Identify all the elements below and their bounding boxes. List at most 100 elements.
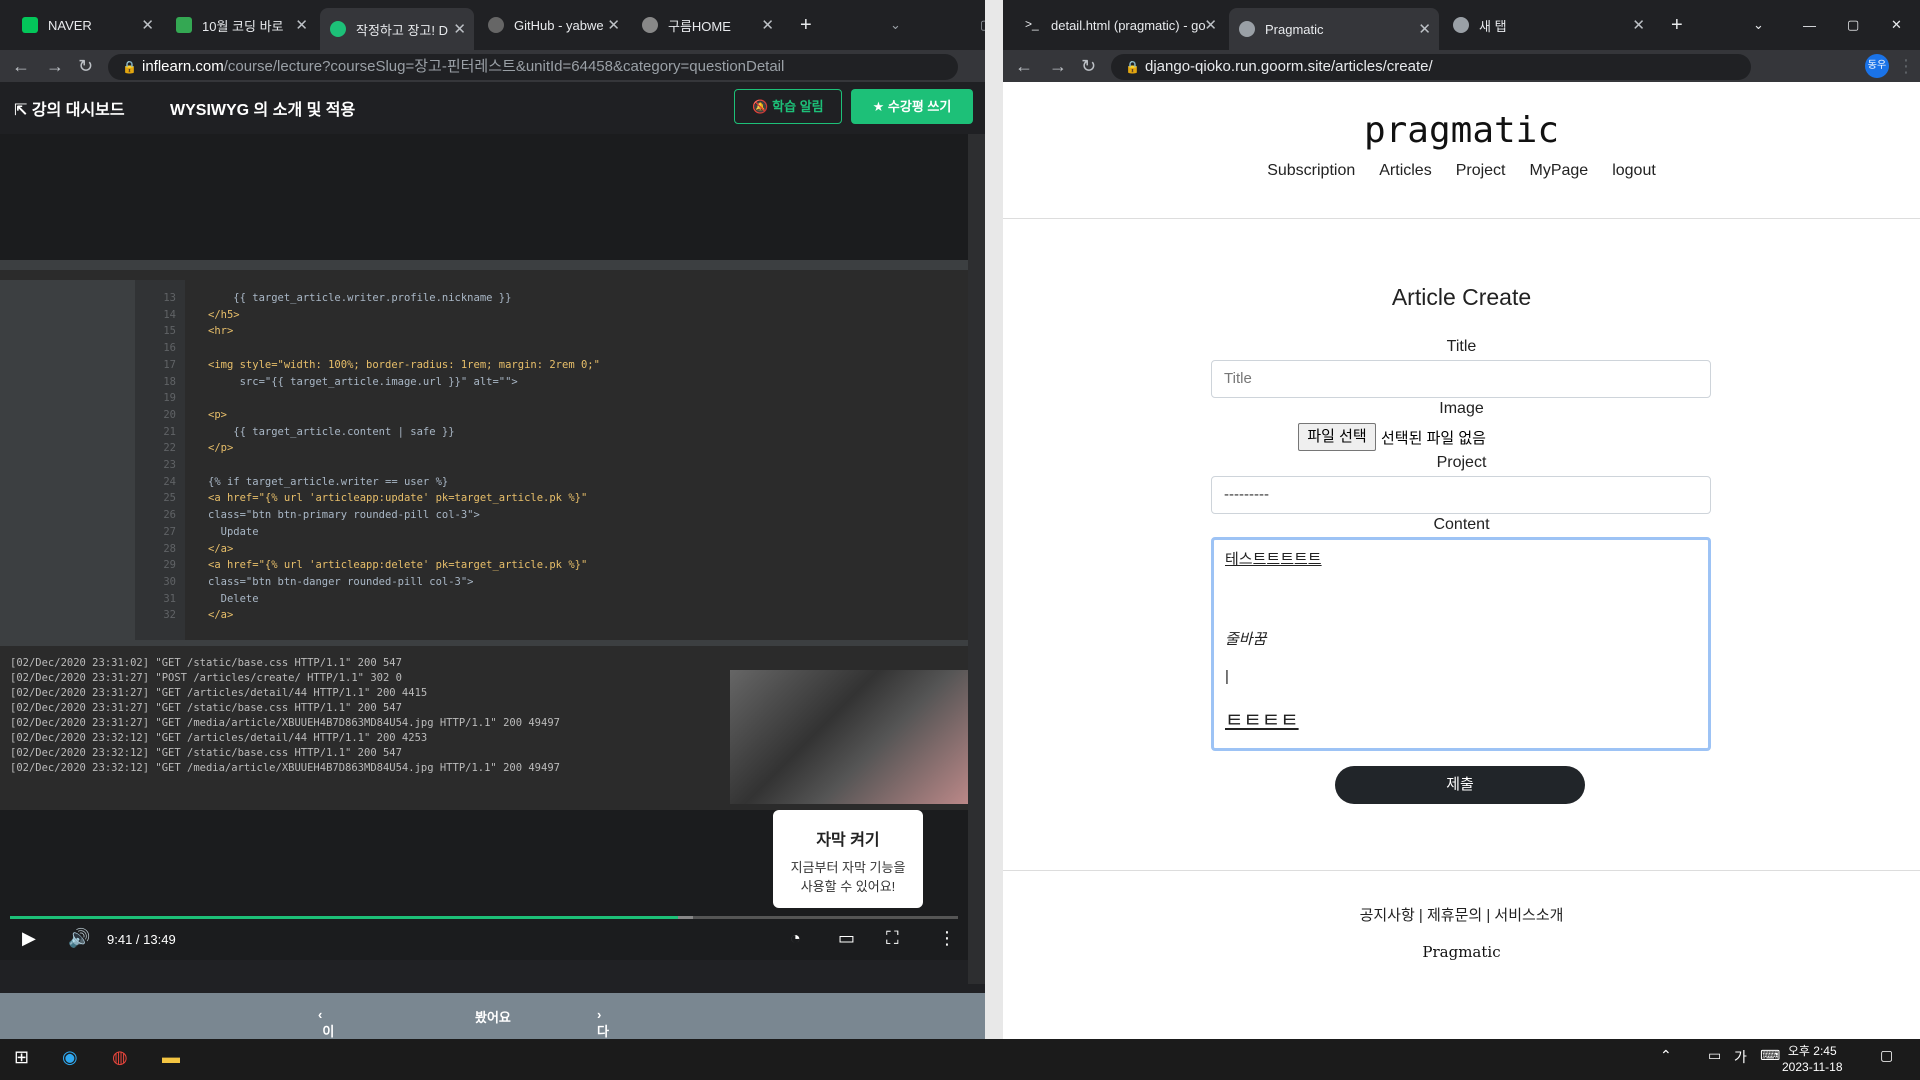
line-number: 14 — [163, 308, 176, 321]
line-number: 20 — [163, 408, 176, 421]
done-button[interactable]: 봤어요 — [475, 1007, 511, 1026]
line-number: 19 — [163, 392, 176, 405]
content-editor[interactable]: 테스트트트트트 줄바꿈 | ㅌㅌㅌㅌ — [1211, 537, 1711, 751]
nav-articles[interactable]: Articles — [1379, 162, 1431, 179]
line-number: 25 — [163, 492, 176, 505]
more-icon[interactable]: ⋮ — [938, 928, 956, 949]
tab-naver[interactable]: NAVER ✕ — [12, 8, 162, 42]
left-browser-window: NAVER ✕ 10월 코딩 바로 ✕ 작정하고 장고! D ✕ GitHub - y… — [0, 0, 985, 1039]
tab-pragmatic[interactable]: Pragmatic ✕ — [1229, 8, 1439, 50]
close-icon[interactable]: ✕ — [761, 16, 774, 34]
nav-logout[interactable]: logout — [1612, 162, 1656, 179]
line-number: 28 — [163, 542, 176, 555]
file-select-button[interactable]: 파일 선택 — [1298, 423, 1376, 451]
new-tab-button[interactable]: + — [1661, 8, 1691, 42]
network-icon[interactable]: ▭ — [1708, 1047, 1721, 1064]
tray-chevron-icon[interactable]: ⌃ — [1660, 1047, 1672, 1064]
code-line: 17 <img style="width: 100%; border-radius… — [140, 357, 600, 374]
ide-menubar — [0, 260, 968, 270]
content-line: 줄바꿈 — [1225, 631, 1267, 648]
profile-avatar[interactable]: 동우 — [1865, 54, 1889, 78]
url-host: inflearn.com — [142, 58, 224, 75]
nav-subscription[interactable]: Subscription — [1267, 162, 1355, 179]
notify-button[interactable]: 🔕 학습 알림 — [734, 89, 842, 124]
close-window-icon[interactable]: ✕ — [1881, 8, 1911, 42]
project-select[interactable]: --------- — [1211, 476, 1711, 514]
maximize-icon[interactable]: ▢ — [970, 8, 985, 42]
video-progress-bar[interactable] — [10, 916, 958, 919]
edge-icon[interactable]: ◉ — [62, 1047, 78, 1068]
tab-label: detail.html (pragmatic) - go — [1051, 17, 1206, 33]
title-input[interactable]: Title — [1211, 360, 1711, 398]
tab-inflearn[interactable]: 작정하고 장고! D ✕ — [320, 8, 474, 50]
tab-coding[interactable]: 10월 코딩 바로 ✕ — [166, 8, 316, 42]
line-number: 29 — [163, 559, 176, 572]
minimize-icon[interactable]: — — [1793, 8, 1823, 42]
close-icon[interactable]: ✕ — [1418, 20, 1431, 38]
forward-icon[interactable]: → — [1049, 54, 1067, 78]
chrome-icon[interactable]: ◍ — [112, 1047, 128, 1068]
menu-icon[interactable]: ⋮ — [1897, 54, 1915, 78]
tab-strip: NAVER ✕ 10월 코딩 바로 ✕ 작정하고 장고! D ✕ GitHub - y… — [0, 0, 985, 50]
close-icon[interactable]: ✕ — [295, 16, 308, 34]
line-number: 15 — [163, 325, 176, 338]
speed-icon[interactable]: ◔ — [790, 928, 801, 949]
close-icon[interactable]: ✕ — [141, 16, 154, 34]
close-icon[interactable]: ✕ — [1632, 16, 1645, 34]
tab-new[interactable]: 새 탭 ✕ — [1443, 8, 1653, 42]
close-icon[interactable]: ✕ — [1204, 16, 1217, 34]
prev-lecture-button[interactable]: ‹ 이전 수업 — [318, 1007, 334, 1039]
inflearn-icon — [330, 21, 346, 37]
keyboard-icon[interactable]: ⌨ — [1760, 1047, 1780, 1064]
notification-icon[interactable]: ▢ — [1880, 1047, 1893, 1064]
back-icon[interactable]: ← — [1015, 54, 1033, 78]
fullscreen-icon[interactable]: ⛶ — [886, 928, 899, 949]
tab-goorm[interactable]: 구름HOME ✕ — [632, 8, 782, 42]
lock-icon: 🔒 — [122, 60, 137, 74]
reload-icon[interactable]: ↻ — [1081, 54, 1096, 78]
new-tab-button[interactable]: + — [790, 8, 820, 42]
windows-start-icon[interactable]: ⊞ — [14, 1047, 29, 1068]
line-number: 24 — [163, 475, 176, 488]
reload-icon[interactable]: ↻ — [78, 54, 93, 78]
ime-indicator[interactable]: 가 — [1734, 1047, 1747, 1067]
tab-github[interactable]: GitHub - yabwe ✕ — [478, 8, 628, 42]
code-editor: 13 {{ target_article.writer.profile.nick… — [140, 290, 600, 624]
system-clock[interactable]: 오후 2:45 2023-11-18 — [1782, 1043, 1843, 1075]
url-field[interactable]: 🔒 inflearn.com/course/lecture?courseSlug=… — [108, 54, 958, 80]
scrollbar[interactable] — [968, 134, 985, 984]
tab-search-icon[interactable]: ⌄ — [880, 8, 910, 42]
globe-icon — [1239, 21, 1255, 37]
code-line: 24 {% if target_article.writer == user %} — [140, 474, 600, 491]
caption-icon[interactable]: ▭ — [838, 928, 855, 949]
tab-label: GitHub - yabwe — [514, 17, 604, 33]
close-icon[interactable]: ✕ — [607, 16, 620, 34]
footer-links[interactable]: 공지사항 | 제휴문의 | 서비스소개 — [1003, 904, 1920, 925]
code-line: 32 </a> — [140, 607, 600, 624]
file-explorer-icon[interactable]: ▬ — [162, 1047, 180, 1068]
maximize-icon[interactable]: ▢ — [1837, 8, 1867, 42]
nav-mypage[interactable]: MyPage — [1530, 162, 1589, 179]
terminal-icon: >_ — [1025, 17, 1039, 31]
tab-search-icon[interactable]: ⌄ — [1743, 8, 1773, 42]
url-field[interactable]: 🔒 django-qioko.run.goorm.site/articles/cr… — [1111, 54, 1751, 80]
github-icon — [488, 17, 504, 33]
caption-tooltip: 자막 켜기 지금부터 자막 기능을 사용할 수 있어요! — [773, 810, 923, 908]
site-logo[interactable]: pragmatic — [1003, 110, 1920, 151]
next-lecture-button[interactable]: 다음 수업 › — [597, 1007, 609, 1039]
tab-goorm-detail[interactable]: >_ detail.html (pragmatic) - go ✕ — [1015, 8, 1225, 42]
play-icon[interactable]: ▶ — [22, 928, 36, 949]
forward-icon[interactable]: → — [46, 54, 64, 78]
review-button[interactable]: ★ 수강평 쓰기 — [851, 89, 973, 124]
volume-icon[interactable]: 🔊 — [68, 928, 90, 949]
dashboard-link[interactable]: ⇱ 강의 대시보드 — [14, 96, 125, 120]
webcam-overlay — [730, 670, 968, 804]
submit-button[interactable]: 제출 — [1335, 766, 1585, 804]
line-number: 27 — [163, 525, 176, 538]
review-label: 수강평 쓰기 — [887, 99, 952, 114]
close-icon[interactable]: ✕ — [453, 20, 466, 38]
code-line: 26 class="btn btn-primary rounded-pill co… — [140, 507, 600, 524]
terminal-line: [02/Dec/2020 23:32:12] "GET /media/artic… — [10, 762, 560, 774]
nav-project[interactable]: Project — [1456, 162, 1506, 179]
back-icon[interactable]: ← — [12, 54, 30, 78]
